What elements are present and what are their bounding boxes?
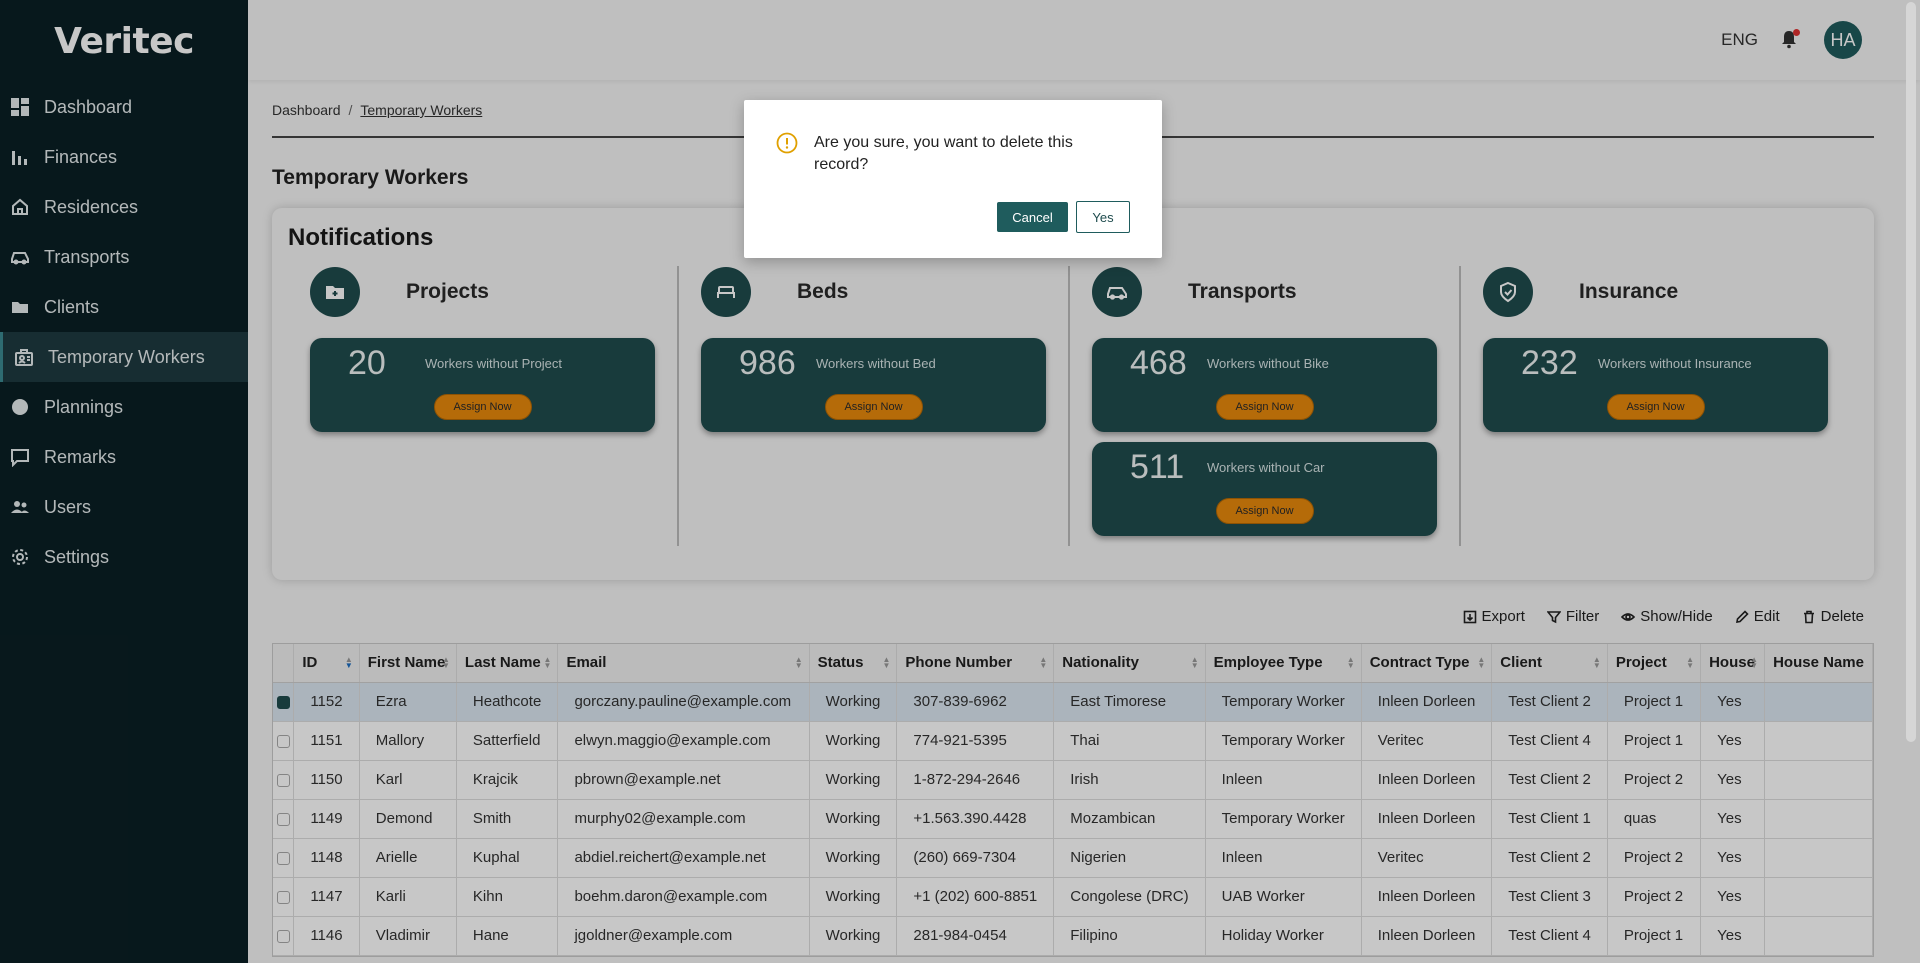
dialog-message: Are you sure, you want to delete this re… [814,134,1073,173]
delete-confirm-dialog: Are you sure, you want to delete this re… [744,100,1162,258]
confirm-yes-button[interactable]: Yes [1076,201,1130,233]
page-scrollbar[interactable] [1906,2,1916,742]
warning-circle-icon [776,132,798,154]
cancel-button[interactable]: Cancel [997,202,1068,232]
